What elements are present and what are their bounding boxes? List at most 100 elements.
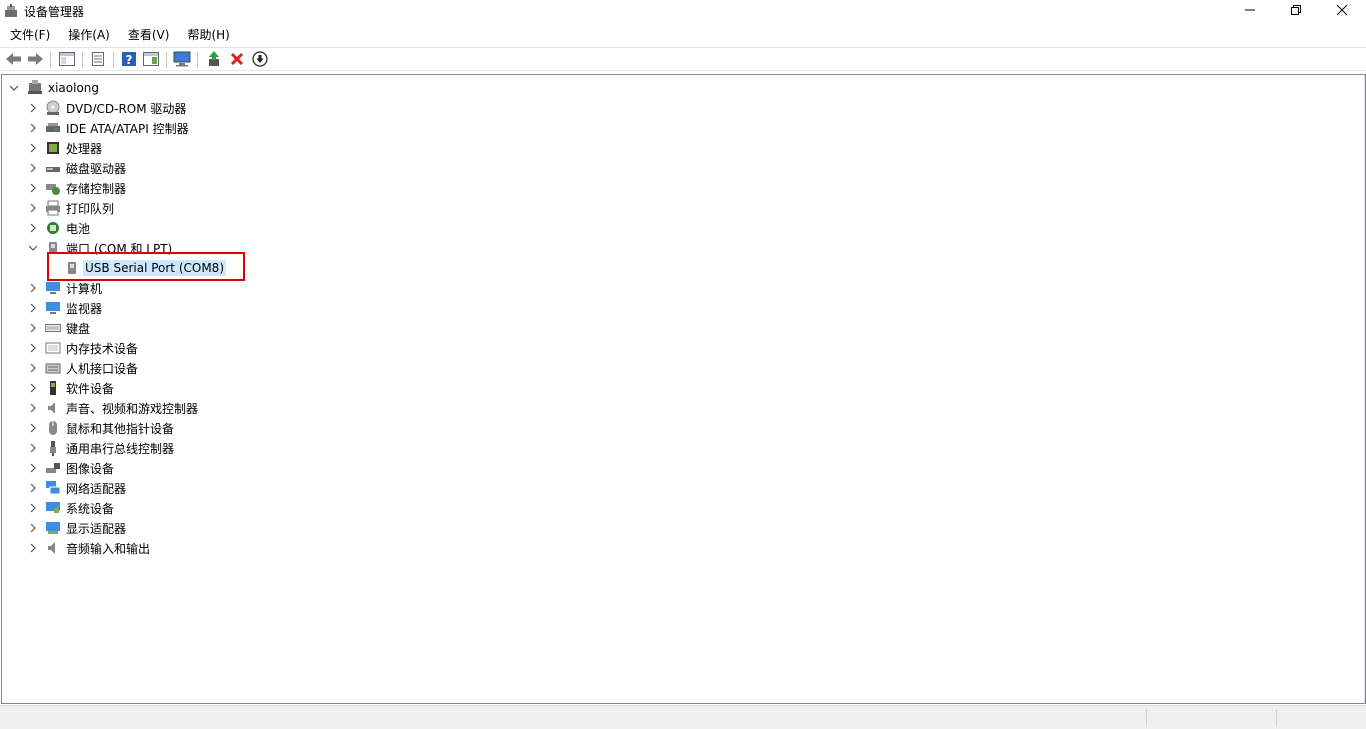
tree-category[interactable]: 电池 — [45, 218, 92, 238]
toolbar: ? — [0, 47, 1366, 71]
dvd-drive-icon — [45, 100, 61, 116]
scan-hardware-button[interactable] — [173, 51, 191, 69]
processor-icon — [45, 140, 61, 156]
properties-button[interactable] — [89, 51, 107, 69]
update-driver-button[interactable] — [205, 50, 223, 70]
expand-chevron-right-icon[interactable] — [27, 138, 39, 158]
expand-chevron-right-icon[interactable] — [27, 458, 39, 478]
expand-chevron-right-icon[interactable] — [27, 178, 39, 198]
port-icon — [45, 240, 61, 256]
action-pane-button[interactable] — [142, 51, 160, 69]
tree-category[interactable]: 声音、视频和游戏控制器 — [45, 398, 200, 418]
expand-chevron-right-icon[interactable] — [27, 298, 39, 318]
expand-chevron-right-icon[interactable] — [27, 418, 39, 438]
forward-button[interactable] — [26, 51, 44, 69]
expand-chevron-right-icon[interactable] — [27, 478, 39, 498]
tree-item-label: USB Serial Port (COM8) — [83, 260, 226, 276]
battery-icon — [45, 220, 61, 236]
computer-root-icon — [27, 80, 43, 96]
tree-item-label: 键盘 — [66, 321, 91, 336]
tree-item-label: 网络适配器 — [66, 481, 127, 496]
tree-category[interactable]: 打印队列 — [45, 198, 116, 218]
menu-action[interactable]: 操作(A) — [58, 24, 118, 44]
device-tree[interactable]: xiaolong DVD/CD-ROM 驱动器 IDE ATA/ATAPI 控制器处… — [1, 74, 1366, 704]
show-hide-console-tree-icon — [59, 51, 75, 70]
keyboard-icon — [45, 320, 61, 336]
menu-help[interactable]: 帮助(H) — [177, 24, 237, 44]
minimize-button[interactable] — [1227, 0, 1273, 22]
tree-item-label: 端口 (COM 和 LPT) — [66, 241, 173, 256]
expand-chevron-right-icon[interactable] — [27, 218, 39, 238]
disable-device-button[interactable] — [251, 50, 269, 69]
scan-hardware-icon — [173, 51, 191, 70]
tree-category[interactable]: 软件设备 — [45, 378, 116, 398]
help-button[interactable]: ? — [120, 51, 138, 69]
expand-collapse-chevron-down-icon[interactable] — [8, 78, 20, 98]
status-bar — [0, 705, 1366, 729]
expand-chevron-right-icon[interactable] — [27, 438, 39, 458]
tree-category[interactable]: IDE ATA/ATAPI 控制器 — [45, 118, 191, 138]
tree-item-label: xiaolong — [48, 81, 100, 95]
expand-chevron-right-icon[interactable] — [27, 98, 39, 118]
tree-category[interactable]: 系统设备 — [45, 498, 116, 518]
display-adapter-icon — [45, 520, 61, 536]
expand-chevron-right-icon[interactable] — [27, 398, 39, 418]
tree-category[interactable]: DVD/CD-ROM 驱动器 — [45, 98, 188, 118]
expand-collapse-chevron-down-icon[interactable] — [27, 238, 39, 258]
tree-category[interactable]: 计算机 — [45, 278, 104, 298]
tree-item-label: 内存技术设备 — [66, 341, 139, 356]
expand-chevron-right-icon[interactable] — [27, 318, 39, 338]
uninstall-button[interactable] — [228, 51, 246, 69]
storage-controller-icon — [45, 180, 61, 196]
window-title: 设备管理器 — [24, 5, 85, 19]
monitor-icon — [45, 300, 61, 316]
restore-button[interactable] — [1273, 0, 1319, 22]
audio-io-icon — [45, 540, 61, 556]
tree-category[interactable]: 图像设备 — [45, 458, 116, 478]
expand-chevron-right-icon[interactable] — [27, 518, 39, 538]
tree-category[interactable]: 鼠标和其他指针设备 — [45, 418, 176, 438]
tree-device-item[interactable]: USB Serial Port (COM8) — [64, 258, 226, 278]
tree-category[interactable]: 端口 (COM 和 LPT) — [45, 238, 174, 258]
status-separator — [1276, 709, 1277, 727]
tree-category[interactable]: 音频输入和输出 — [45, 538, 152, 558]
forward-icon — [27, 52, 43, 69]
expand-chevron-right-icon[interactable] — [27, 198, 39, 218]
toolbar-separator — [166, 52, 167, 68]
expand-chevron-right-icon[interactable] — [27, 338, 39, 358]
tree-category[interactable]: 通用串行总线控制器 — [45, 438, 176, 458]
expand-chevron-right-icon[interactable] — [27, 498, 39, 518]
ide-controller-icon — [45, 120, 61, 136]
tree-item-label: 计算机 — [66, 281, 103, 296]
expand-chevron-right-icon[interactable] — [27, 358, 39, 378]
tree-item-label: 鼠标和其他指针设备 — [66, 421, 175, 436]
update-driver-icon — [206, 50, 222, 70]
status-separator — [1146, 709, 1147, 727]
expand-chevron-right-icon[interactable] — [27, 378, 39, 398]
restore-icon — [1291, 3, 1301, 19]
tree-category[interactable]: 显示适配器 — [45, 518, 128, 538]
menu-file[interactable]: 文件(F) — [0, 24, 58, 44]
expand-chevron-right-icon[interactable] — [27, 158, 39, 178]
show-hide-tree-button[interactable] — [58, 51, 76, 69]
expand-chevron-right-icon[interactable] — [27, 278, 39, 298]
close-icon — [1336, 3, 1348, 19]
device-manager-icon — [4, 4, 18, 18]
tree-item-label: 音频输入和输出 — [66, 541, 151, 556]
usb-icon — [45, 440, 61, 456]
tree-category[interactable]: 人机接口设备 — [45, 358, 140, 378]
expand-chevron-right-icon[interactable] — [27, 538, 39, 558]
close-button[interactable] — [1319, 0, 1365, 22]
expand-chevron-right-icon[interactable] — [27, 118, 39, 138]
tree-category[interactable]: 存储控制器 — [45, 178, 128, 198]
tree-category[interactable]: 键盘 — [45, 318, 92, 338]
tree-category[interactable]: 内存技术设备 — [45, 338, 140, 358]
tree-category[interactable]: 网络适配器 — [45, 478, 128, 498]
tree-category[interactable]: 处理器 — [45, 138, 104, 158]
tree-category[interactable]: 磁盘驱动器 — [45, 158, 128, 178]
back-button[interactable] — [5, 51, 23, 69]
tree-root-computer[interactable]: xiaolong — [27, 78, 101, 98]
menu-view[interactable]: 查看(V) — [118, 24, 178, 44]
network-adapter-icon — [45, 480, 61, 496]
tree-category[interactable]: 监视器 — [45, 298, 104, 318]
